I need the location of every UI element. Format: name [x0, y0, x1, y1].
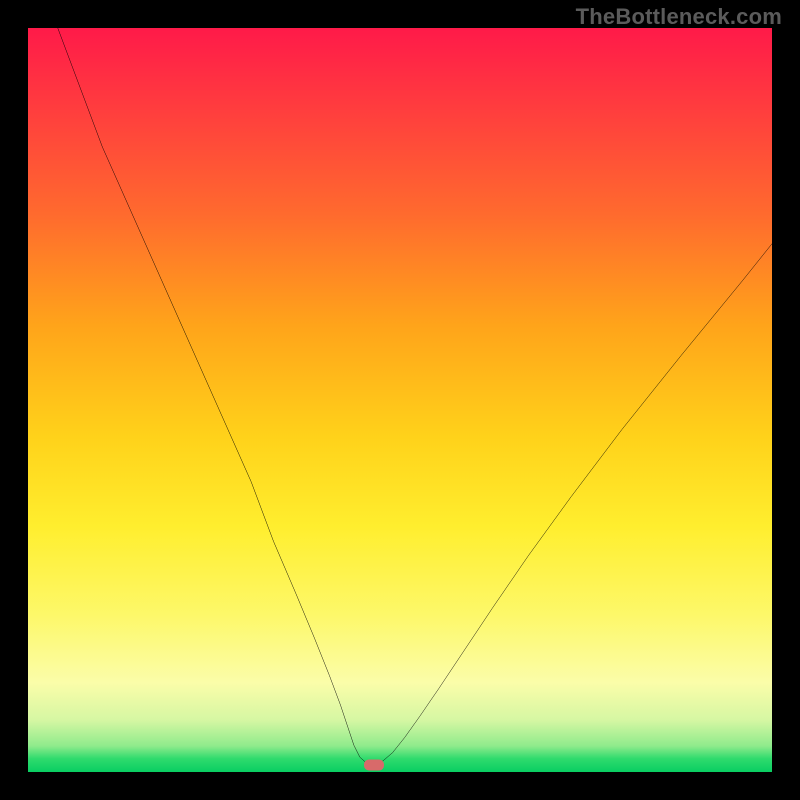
chart-frame: TheBottleneck.com — [0, 0, 800, 800]
minimum-marker — [364, 759, 384, 770]
bottleneck-curve — [58, 28, 772, 765]
plot-area — [28, 28, 772, 772]
watermark-text: TheBottleneck.com — [576, 4, 782, 30]
curve-svg — [28, 28, 772, 772]
